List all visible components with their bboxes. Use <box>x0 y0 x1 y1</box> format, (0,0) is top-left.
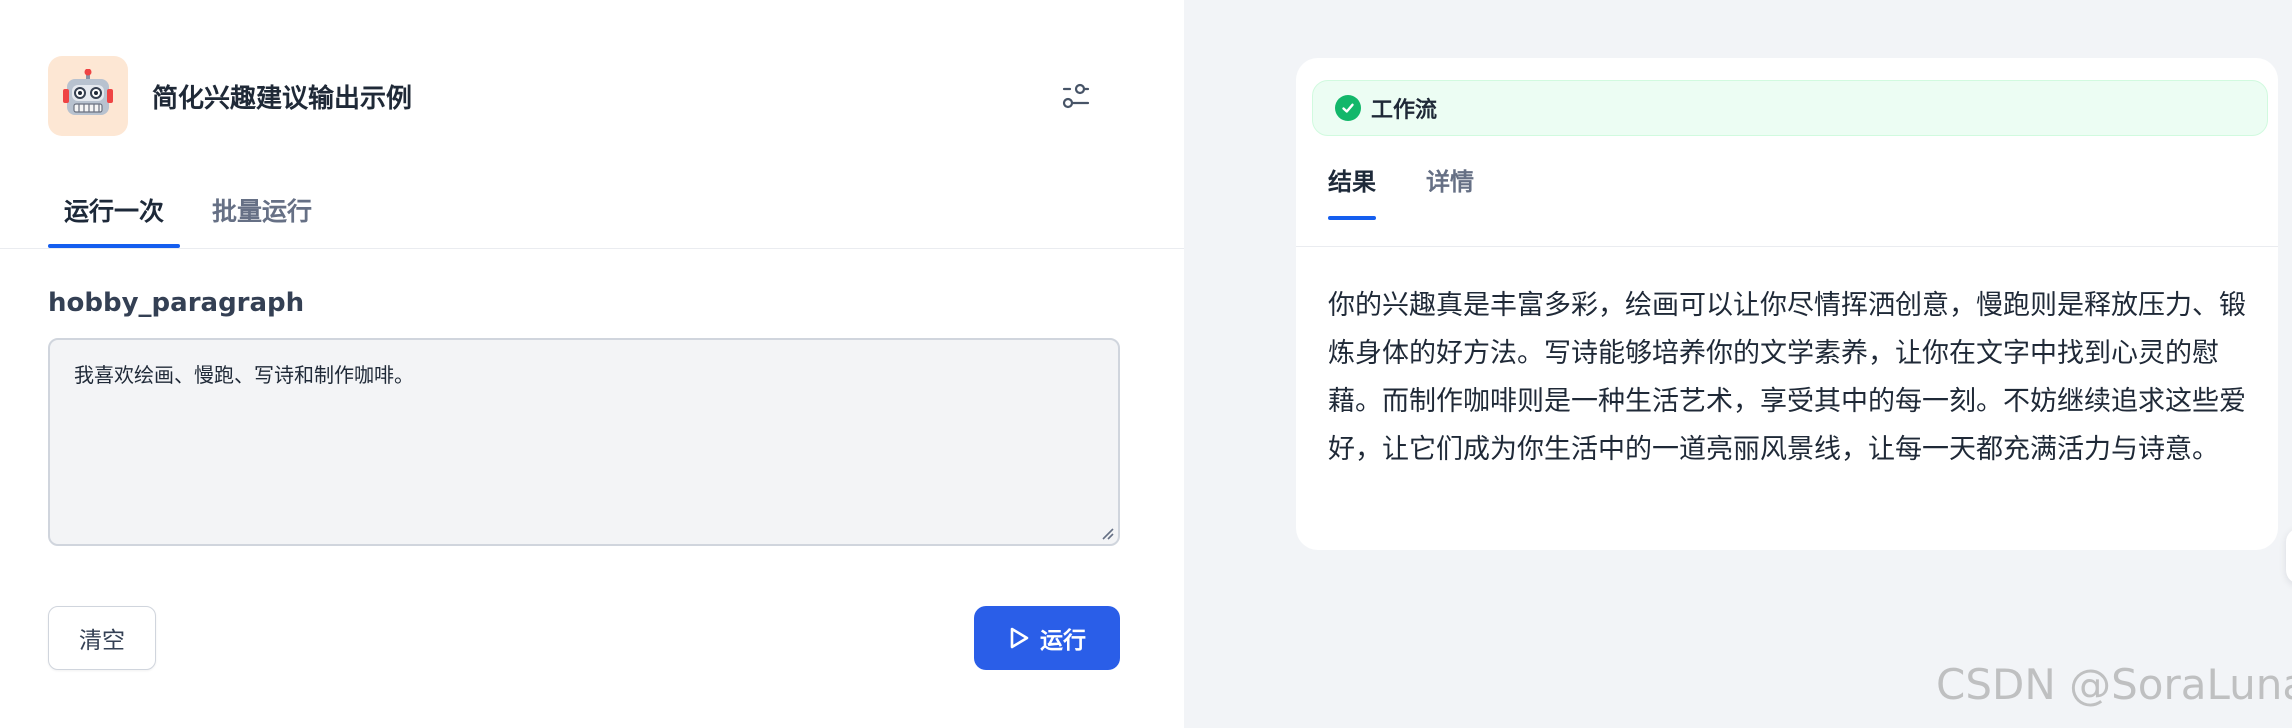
input-pane: 简化兴趣建议输出示例 运行一次 批量运行 hobby_paragraph 我喜欢… <box>0 0 1184 728</box>
app-header: 简化兴趣建议输出示例 <box>48 56 1108 136</box>
tab-batch-run[interactable]: 批量运行 <box>196 180 328 248</box>
app-title: 简化兴趣建议输出示例 <box>152 83 413 114</box>
output-pane: 工作流 结果 详情 你的兴趣真是丰富多彩，绘画可以让你尽情挥洒创意，慢跑则是释放… <box>1184 0 2292 728</box>
check-circle-icon <box>1335 95 1361 121</box>
clear-button[interactable]: 清空 <box>48 606 156 670</box>
workflow-label: 工作流 <box>1371 98 1438 123</box>
play-icon <box>1010 627 1029 649</box>
tab-detail[interactable]: 详情 <box>1426 162 1474 220</box>
result-card: 工作流 结果 详情 你的兴趣真是丰富多彩，绘画可以让你尽情挥洒创意，慢跑则是释放… <box>1296 58 2278 550</box>
watermark: CSDN @SoraLuna <box>1936 660 2292 709</box>
run-button[interactable]: 运行 <box>974 606 1120 670</box>
sliders-icon <box>1062 83 1090 109</box>
tab-run-once[interactable]: 运行一次 <box>48 180 181 248</box>
hobby-paragraph-textarea[interactable]: 我喜欢绘画、慢跑、写诗和制作咖啡。 <box>48 338 1120 546</box>
settings-button[interactable] <box>1056 76 1096 116</box>
resize-handle-icon[interactable] <box>1100 526 1114 540</box>
field-label: hobby_paragraph <box>48 288 305 318</box>
result-divider <box>1296 246 2278 247</box>
tab-result[interactable]: 结果 <box>1328 162 1376 220</box>
app-root: 简化兴趣建议输出示例 运行一次 批量运行 hobby_paragraph 我喜欢… <box>0 0 2292 728</box>
mode-tabs: 运行一次 批量运行 <box>48 180 344 248</box>
tabs-divider <box>0 248 1184 249</box>
run-button-label: 运行 <box>1040 628 1086 654</box>
textarea-value[interactable]: 我喜欢绘画、慢跑、写诗和制作咖啡。 <box>50 340 1118 410</box>
robot-icon <box>48 56 128 136</box>
result-tabs: 结果 详情 <box>1328 162 1524 220</box>
result-text: 你的兴趣真是丰富多彩，绘画可以让你尽情挥洒创意，慢跑则是释放压力、锻炼身体的好方… <box>1328 290 2246 465</box>
copy-button[interactable] <box>2286 528 2292 584</box>
workflow-status-badge[interactable]: 工作流 <box>1312 80 2268 136</box>
